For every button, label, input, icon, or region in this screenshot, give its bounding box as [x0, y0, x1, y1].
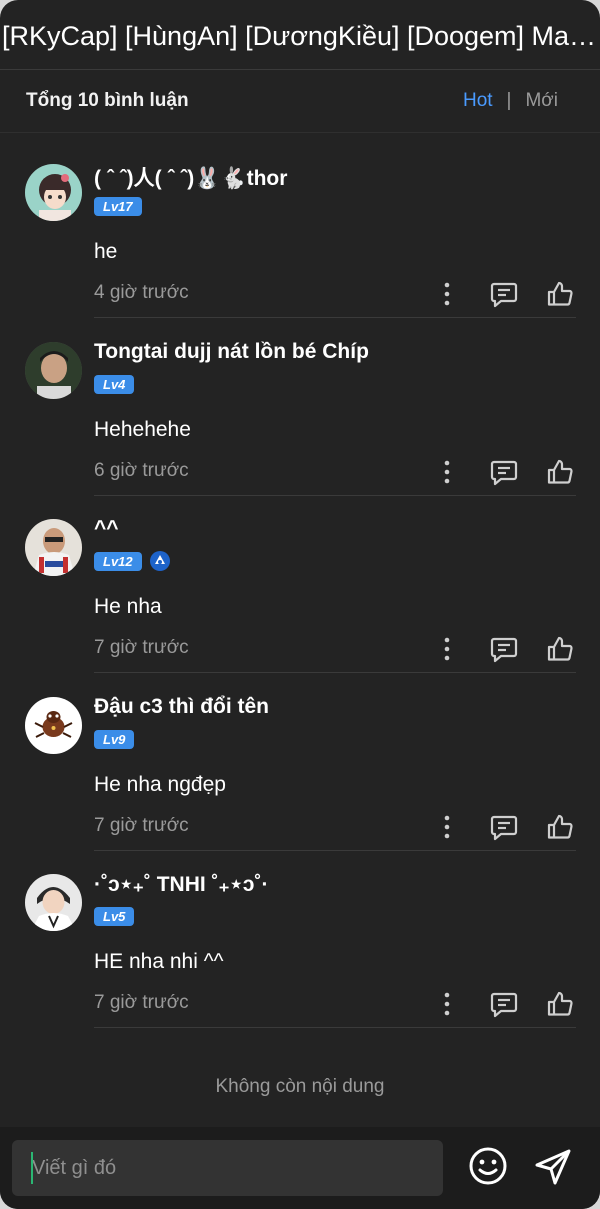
- comment-author[interactable]: Tongtai dujj nát lồn bé Chíp: [94, 340, 369, 364]
- comment-text: Hehehehe: [94, 418, 191, 441]
- avatar[interactable]: [25, 519, 82, 576]
- more-vertical-icon[interactable]: [431, 278, 463, 310]
- comment-icon[interactable]: [488, 633, 520, 665]
- composer-bar: Viết gì đó: [0, 1127, 600, 1209]
- comment-item: Đậu c3 thì đổi tên Lv9 He nha ngđẹp 7 gi…: [0, 673, 600, 851]
- sort-separator: |: [506, 90, 512, 111]
- comment-text: He nha ngđẹp: [94, 773, 226, 796]
- badges: Lv12: [94, 551, 170, 571]
- comment-author[interactable]: ^^: [94, 517, 119, 541]
- badges: Lv5: [94, 906, 135, 926]
- comment-divider: [94, 1027, 576, 1028]
- thumbs-up-icon[interactable]: [544, 278, 576, 310]
- sort-new-button[interactable]: Mới: [525, 90, 558, 111]
- blue-badge-icon: [149, 551, 170, 571]
- comment-sheet: [RKyCap] [HùngAn] [DươngKiều] [Doogem] M…: [0, 0, 600, 1209]
- comment-count: Tổng 10 bình luận: [26, 90, 189, 111]
- thumbs-up-icon[interactable]: [544, 811, 576, 843]
- comment-input[interactable]: Viết gì đó: [12, 1140, 443, 1196]
- comment-item: ( ˆ ˆ)人( ˆ ˆ)🐰🐇thor Lv17 he 4 giờ trước: [0, 140, 600, 318]
- avatar[interactable]: [25, 874, 82, 931]
- end-of-content-label: Không còn nội dung: [215, 1076, 385, 1097]
- summary-divider: [0, 132, 600, 133]
- sort-hot-button[interactable]: Hot: [463, 90, 493, 111]
- level-badge: Lv12: [94, 551, 142, 571]
- comment-icon[interactable]: [488, 456, 520, 488]
- send-icon[interactable]: [531, 1145, 575, 1189]
- avatar[interactable]: [25, 697, 82, 754]
- thumbs-up-icon[interactable]: [544, 633, 576, 665]
- sort-toggle: Hot | Mới: [463, 70, 558, 132]
- comment-input-placeholder: Viết gì đó: [32, 1157, 117, 1179]
- level-badge: Lv9: [94, 729, 135, 749]
- thumbs-up-icon[interactable]: [544, 456, 576, 488]
- comment-text: He nha: [94, 595, 162, 618]
- level-badge: Lv17: [94, 196, 142, 216]
- comment-text: he: [94, 240, 118, 263]
- comment-text: HE nha nhi ^^: [94, 950, 224, 973]
- comment-item: ^^ Lv12 He nha 7 giờ trước: [0, 495, 600, 673]
- smiley-icon[interactable]: [467, 1145, 509, 1187]
- level-badge: Lv4: [94, 374, 135, 394]
- badges: Lv17: [94, 196, 142, 216]
- avatar[interactable]: [25, 342, 82, 399]
- badges: Lv4: [94, 374, 135, 394]
- comment-author[interactable]: ·˚ↄ⋆₊˚ TNHI ˚₊⋆ↄ˚·: [94, 872, 268, 897]
- more-vertical-icon[interactable]: [431, 633, 463, 665]
- comment-author[interactable]: Đậu c3 thì đổi tên: [94, 695, 269, 719]
- level-badge: Lv5: [94, 906, 135, 926]
- comment-time: 6 giờ trước: [94, 460, 189, 481]
- more-vertical-icon[interactable]: [431, 811, 463, 843]
- more-vertical-icon[interactable]: [431, 456, 463, 488]
- comment-time: 7 giờ trước: [94, 992, 189, 1013]
- text-caret: [31, 1152, 33, 1184]
- comment-summary-bar: Tổng 10 bình luận Hot | Mới: [0, 70, 600, 132]
- comment-item: ·˚ↄ⋆₊˚ TNHI ˚₊⋆ↄ˚· Lv5 HE nha nhi ^^ 7 g…: [0, 850, 600, 1028]
- page-title: [RKyCap] [HùngAn] [DươngKiều] [Doogem] M…: [2, 21, 600, 51]
- comment-author[interactable]: ( ˆ ˆ)人( ˆ ˆ)🐰🐇thor: [94, 162, 287, 192]
- comment-time: 7 giờ trước: [94, 637, 189, 658]
- comment-time: 4 giờ trước: [94, 282, 189, 303]
- avatar[interactable]: [25, 164, 82, 221]
- comment-icon[interactable]: [488, 988, 520, 1020]
- thumbs-up-icon[interactable]: [544, 988, 576, 1020]
- badges: Lv9: [94, 729, 135, 749]
- more-vertical-icon[interactable]: [431, 988, 463, 1020]
- comment-item: Tongtai dujj nát lồn bé Chíp Lv4 Heheheh…: [0, 318, 600, 496]
- comment-icon[interactable]: [488, 278, 520, 310]
- comment-icon[interactable]: [488, 811, 520, 843]
- comment-time: 7 giờ trước: [94, 815, 189, 836]
